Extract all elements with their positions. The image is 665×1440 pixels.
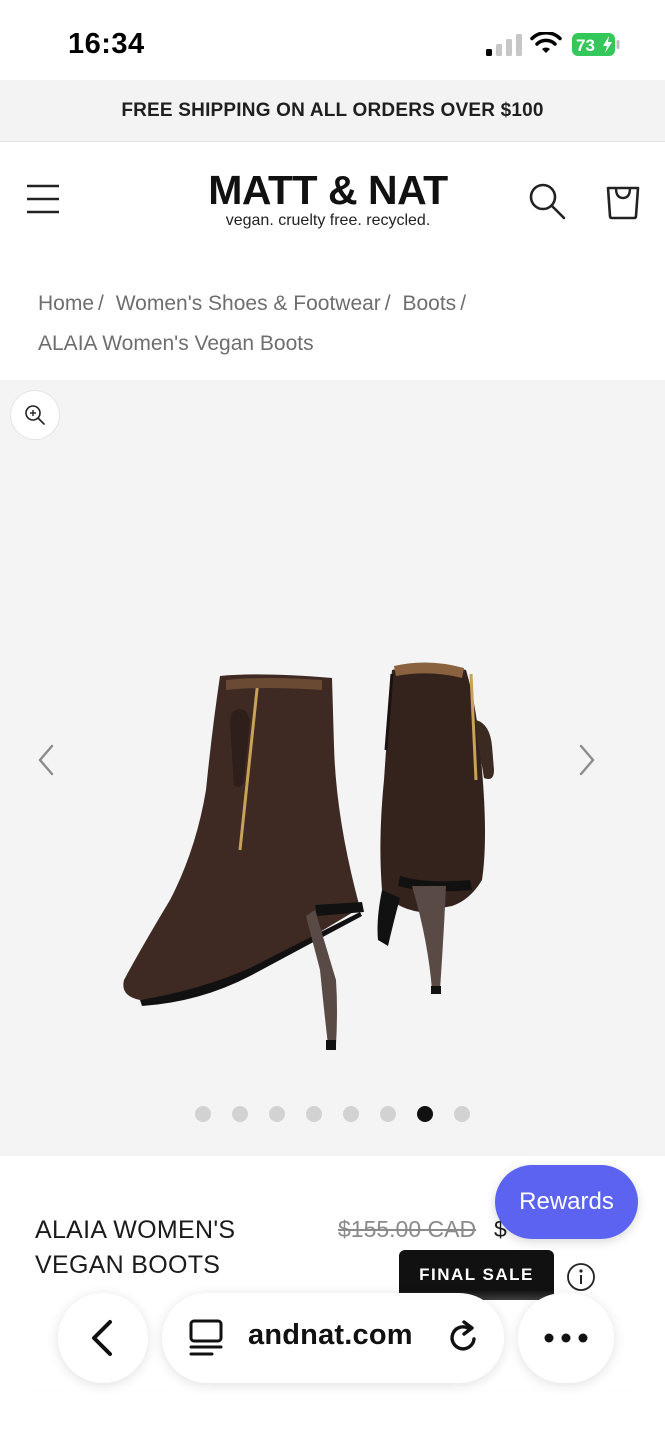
chevron-right-icon[interactable] — [575, 740, 601, 780]
hamburger-menu-icon[interactable] — [26, 182, 60, 216]
promo-text: FREE SHIPPING ON ALL ORDERS OVER $100 — [121, 99, 544, 121]
status-bar: 16:34 73 — [0, 0, 665, 80]
breadcrumb-current: ALAIA Women's Vegan Boots — [38, 332, 314, 355]
rewards-label: Rewards — [519, 1188, 614, 1215]
browser-url: andnat.com — [248, 1319, 413, 1351]
carousel-dot[interactable] — [195, 1106, 211, 1122]
status-time: 16:34 — [68, 28, 145, 60]
signal-icon — [486, 34, 522, 56]
chevron-left-icon — [92, 1320, 112, 1356]
search-icon[interactable] — [528, 182, 566, 220]
product-title: ALAIA WOMEN'S VEGAN BOOTS — [35, 1213, 295, 1283]
rewards-button[interactable]: Rewards — [495, 1165, 638, 1239]
zoom-button[interactable] — [10, 390, 60, 440]
battery-icon: 73 — [572, 33, 620, 56]
site-header: MATT & NAT vegan. cruelty free. recycled… — [0, 142, 665, 260]
breadcrumb-boots[interactable]: Boots — [402, 292, 456, 315]
browser-more-button[interactable] — [518, 1293, 614, 1383]
more-icon — [544, 1333, 588, 1343]
reload-icon[interactable] — [444, 1319, 482, 1357]
browser-back-button[interactable] — [58, 1293, 148, 1383]
breadcrumb-home[interactable]: Home — [38, 292, 94, 315]
carousel-dots — [0, 1106, 665, 1122]
carousel-dot-active[interactable] — [417, 1106, 433, 1122]
price-original: $155.00 CAD — [338, 1216, 477, 1242]
carousel-dot[interactable] — [454, 1106, 470, 1122]
carousel-dot[interactable] — [232, 1106, 248, 1122]
logo-tagline: vegan. cruelty free. recycled. — [225, 212, 431, 229]
wifi-icon — [530, 32, 562, 53]
tabs-icon[interactable] — [188, 1319, 224, 1357]
cart-icon[interactable] — [604, 180, 642, 220]
product-title-line1: ALAIA WOMEN'S — [35, 1216, 236, 1244]
product-image-boots — [123, 662, 494, 1050]
carousel-dot[interactable] — [343, 1106, 359, 1122]
chevron-left-icon[interactable] — [32, 740, 58, 780]
logo-main: MATT & NAT — [208, 167, 448, 213]
breadcrumb-separator: / — [384, 292, 391, 315]
browser-address-bar[interactable]: andnat.com — [162, 1293, 504, 1383]
promo-banner[interactable]: FREE SHIPPING ON ALL ORDERS OVER $100 — [0, 80, 665, 142]
info-icon[interactable] — [566, 1262, 596, 1292]
breadcrumb-womens-shoes[interactable]: Women's Shoes & Footwear — [116, 292, 381, 315]
carousel-dot[interactable] — [269, 1106, 285, 1122]
breadcrumb-separator: / — [460, 292, 467, 315]
site-logo[interactable]: MATT & NAT vegan. cruelty free. recycled… — [200, 166, 456, 230]
final-sale-label: FINAL SALE — [419, 1265, 534, 1284]
battery-level: 73 — [576, 36, 595, 55]
carousel-dot[interactable] — [306, 1106, 322, 1122]
zoom-icon — [25, 405, 45, 425]
breadcrumb-separator: / — [98, 292, 104, 315]
carousel-dot[interactable] — [380, 1106, 396, 1122]
product-gallery[interactable] — [0, 380, 665, 1156]
breadcrumb: Home / Women's Shoes & Footwear / Boots / A… — [38, 284, 638, 364]
product-title-line2: VEGAN BOOTS — [35, 1251, 221, 1279]
